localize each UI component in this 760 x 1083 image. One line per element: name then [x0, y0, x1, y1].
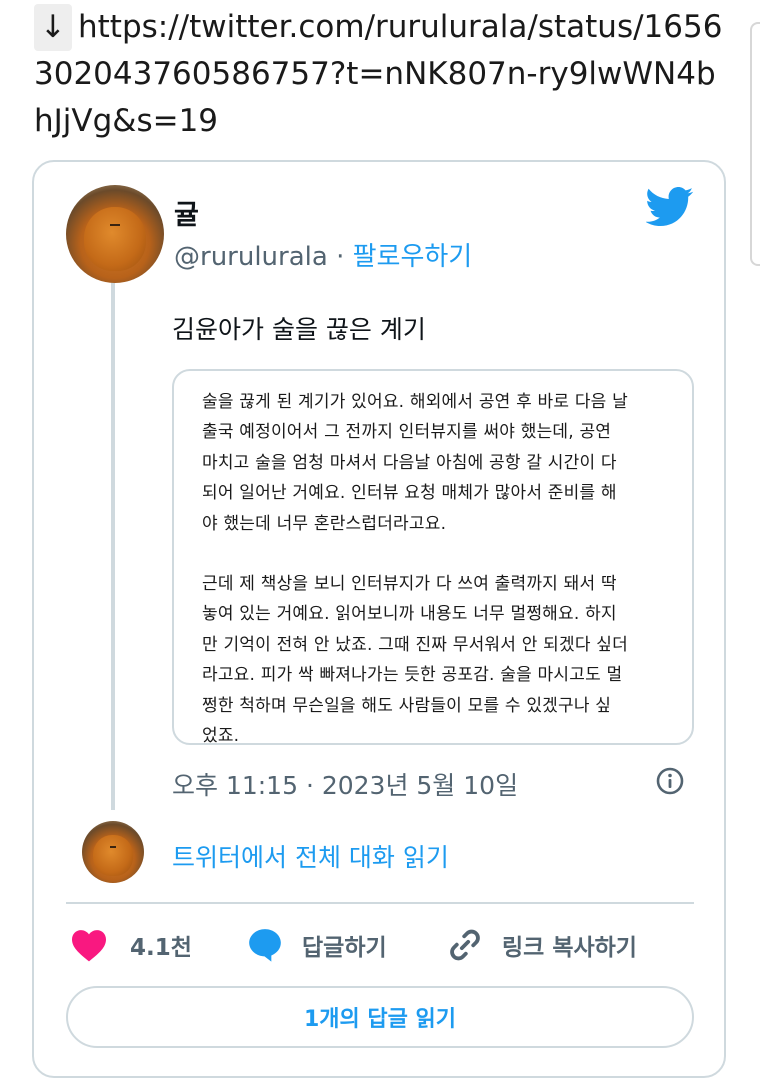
reply-bubble-icon	[249, 929, 281, 962]
info-icon[interactable]	[655, 766, 685, 796]
pumpkin-face	[110, 224, 120, 234]
viewer-avatar[interactable]	[82, 821, 144, 883]
link-icon	[450, 929, 480, 961]
author-handle-row: @rurulurala · 팔로우하기	[174, 236, 472, 273]
pumpkin-image	[93, 834, 133, 876]
side-scroll-handle[interactable]	[750, 22, 760, 266]
quote-paragraph: 근데 제 책상을 보니 인터뷰지가 다 쓰여 출력까지 돼서 딱 놓여 있는 거…	[202, 574, 628, 747]
author-name[interactable]: 귤	[174, 193, 199, 232]
tweet-url-link[interactable]: https://twitter.com/rurulurala/status/16…	[34, 9, 722, 139]
divider	[66, 902, 694, 904]
author-handle[interactable]: @rurulurala	[174, 242, 328, 272]
copy-link-label: 링크 복사하기	[502, 935, 637, 961]
like-button[interactable]: 4.1천	[70, 925, 192, 965]
thread-connector-line	[111, 280, 115, 810]
read-replies-button[interactable]: 1개의 답글 읽기	[66, 986, 694, 1048]
quoted-text-box: 술을 끊게 된 계기가 있어요. 해외에서 공연 후 바로 다음 날 출국 예정…	[172, 369, 694, 746]
like-count: 4.1천	[130, 935, 192, 961]
reply-button[interactable]: 답글하기	[246, 925, 387, 965]
follow-link[interactable]: 팔로우하기	[353, 242, 473, 272]
author-avatar[interactable]	[66, 185, 164, 283]
copy-link-button[interactable]: 링크 복사하기	[446, 925, 637, 965]
quote-paragraph: 술을 끊게 된 계기가 있어요. 해외에서 공연 후 바로 다음 날 출국 예정…	[202, 392, 628, 534]
down-arrow-icon: ↓	[34, 4, 72, 51]
pumpkin-face	[109, 845, 117, 853]
twitter-bird-icon[interactable]	[646, 187, 694, 227]
handle-separator: ·	[327, 242, 353, 272]
url-text-block[interactable]: ↓ https://twitter.com/rurulurala/status/1…	[34, 4, 734, 145]
tweet-timestamp[interactable]: 오후 11:15 · 2023년 5월 10일	[172, 766, 518, 802]
tweet-text: 김윤아가 술을 끊은 계기	[172, 315, 426, 344]
reply-label: 답글하기	[302, 935, 387, 961]
heart-icon	[72, 930, 106, 962]
pumpkin-image	[83, 206, 147, 272]
read-full-thread-link[interactable]: 트위터에서 전체 대화 읽기	[172, 838, 449, 874]
